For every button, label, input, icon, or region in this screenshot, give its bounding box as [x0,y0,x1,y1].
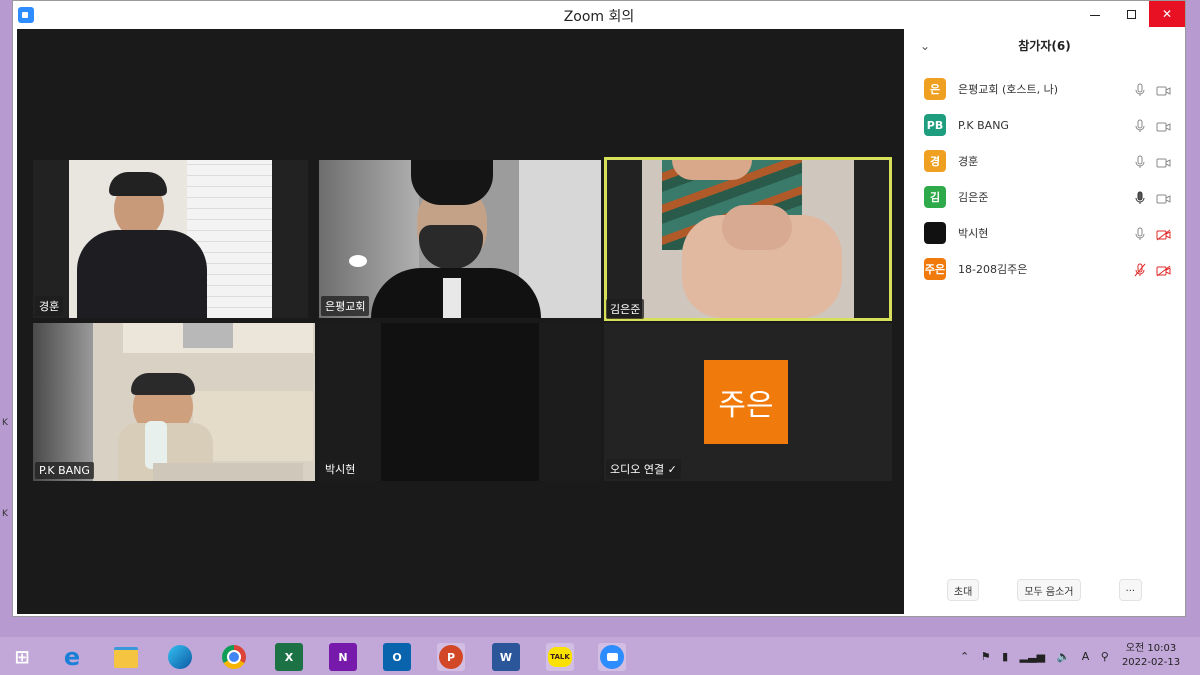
network-icon[interactable]: ▂▃▅ [1020,650,1045,663]
kakaotalk-icon[interactable]: TALK [546,643,574,671]
tile-name-label: 은평교회 [321,296,370,316]
video-tile-pkbang[interactable]: P.K BANG [33,323,315,481]
file-explorer-icon[interactable] [112,643,140,671]
video-camera-icon[interactable] [1156,82,1171,101]
video-tile-jueun[interactable]: 주은 오디오 연결 ✓ [604,323,892,481]
participant-status-icons [1134,154,1171,173]
outlook-icon[interactable]: O [383,643,411,671]
participant-row[interactable]: 경 경훈 [904,143,1185,179]
battery-icon[interactable]: ▮ [1002,650,1008,663]
microphone-icon[interactable] [1134,118,1146,137]
participant-avatar: 경 [924,150,946,172]
microphone-icon[interactable] [1134,154,1146,173]
tile-name-label: 오디오 연결 ✓ [606,459,681,479]
ime-mode-icon[interactable]: ⚲ [1101,650,1109,663]
video-feed [69,160,272,318]
video-tile-parksihyeon[interactable]: 박시현 [319,323,601,481]
participant-avatar: 주은 [704,360,788,444]
participant-status-icons [1134,82,1171,101]
participants-title: 참가자(6) [1018,39,1071,53]
clock-date: 2022-02-13 [1121,657,1181,668]
excel-icon[interactable]: X [275,643,303,671]
participant-name: P.K BANG [958,118,1009,132]
video-gallery: 경훈 은평교회 김은준 P.K BANG 박시현 주은 오디오 연결 ✓ [17,29,904,614]
microphone-icon[interactable] [1134,190,1146,209]
participant-list: 은 은평교회 (호스트, 나) PB P.K BANG 경 경훈김 김은준박시현주은 18-2… [904,71,1185,287]
windows-start-icon[interactable]: ⊞ [8,643,36,671]
participant-name: 경훈 [958,155,979,168]
participant-status-icons [1134,262,1171,281]
volume-icon[interactable]: 🔈 [1057,650,1071,663]
video-camera-icon[interactable] [1156,118,1171,137]
tile-name-label: 경훈 [35,296,64,316]
participant-avatar: 주은 [924,258,946,280]
taskbar-clock[interactable]: 오전 10:03 2022-02-13 [1116,642,1186,670]
zoom-icon[interactable] [598,643,626,671]
tile-name-label: 김은준 [606,299,645,319]
onenote-icon[interactable]: N [329,643,357,671]
video-feed [319,160,601,318]
more-button[interactable]: ... [1118,579,1143,601]
minimize-button[interactable] [1075,1,1115,27]
tile-name-label: 박시현 [321,459,360,479]
invite-button[interactable]: 초대 [946,579,980,601]
maximize-button[interactable] [1111,1,1151,27]
edge-icon[interactable] [166,643,194,671]
video-feed [381,323,539,481]
clock-time: 오전 10:03 [1125,643,1177,654]
powerpoint-icon[interactable]: P [437,643,465,671]
participant-name: 은평교회 (호스트, 나) [958,83,1059,96]
flag-icon[interactable]: ⚑ [981,650,991,663]
video-camera-icon[interactable] [1156,154,1171,173]
participant-row[interactable]: 박시현 [904,215,1185,251]
video-off-icon[interactable] [1156,226,1171,245]
word-icon[interactable]: W [492,643,520,671]
participant-status-icons [1134,118,1171,137]
video-camera-icon[interactable] [1156,190,1171,209]
participant-name: 박시현 [958,227,989,240]
title-bar: Zoom 회의 ✕ [13,1,1185,29]
internet-explorer-icon[interactable]: e [58,643,86,671]
participant-name: 김은준 [958,191,989,204]
window-title: Zoom 회의 [563,9,635,25]
microphone-icon[interactable] [1134,82,1146,101]
participant-avatar: 김 [924,186,946,208]
video-tile-eunpyeong[interactable]: 은평교회 [319,160,601,318]
video-tile-gyeonghun[interactable]: 경훈 [33,160,308,318]
participant-avatar: PB [924,114,946,136]
edge-char: K [2,509,8,519]
participants-panel: ⌄ 참가자(6) 은 은평교회 (호스트, 나) PB P.K BANG 경 경훈 김 김은준… [904,29,1185,614]
video-feed [33,323,315,481]
participant-status-icons [1134,190,1171,209]
system-tray: ⌃ ⚑ ▮ ▂▃▅ 🔈 A ⚲ [960,650,1109,663]
participant-row[interactable]: 은 은평교회 (호스트, 나) [904,71,1185,107]
video-tile-kimeunjun[interactable]: 김은준 [604,157,892,321]
participant-row[interactable]: 김 김은준 [904,179,1185,215]
video-off-icon[interactable] [1156,262,1171,281]
mic-muted-icon[interactable] [1134,262,1146,281]
ime-indicator[interactable]: A [1082,650,1090,663]
participant-avatar [924,222,946,244]
participant-row[interactable]: 주은 18-208김주은 [904,251,1185,287]
close-button[interactable]: ✕ [1149,1,1185,27]
edge-char: K [2,418,8,428]
mute-all-button[interactable]: 모두 음소거 [1017,579,1081,601]
participant-row[interactable]: PB P.K BANG [904,107,1185,143]
participant-status-icons [1134,226,1171,245]
chrome-icon[interactable] [220,643,248,671]
tray-expand-icon[interactable]: ⌃ [960,650,969,663]
tile-name-label: P.K BANG [35,462,94,479]
participant-name: 18-208김주은 [958,263,1028,276]
participant-avatar: 은 [924,78,946,100]
zoom-window: Zoom 회의 ✕ 경훈 은평교회 김은준 P.K BANG 박시현 주은 오디… [12,0,1186,617]
microphone-icon[interactable] [1134,226,1146,245]
video-feed [642,160,854,318]
panel-actions: 초대 모두 음소거 ... [904,579,1185,601]
